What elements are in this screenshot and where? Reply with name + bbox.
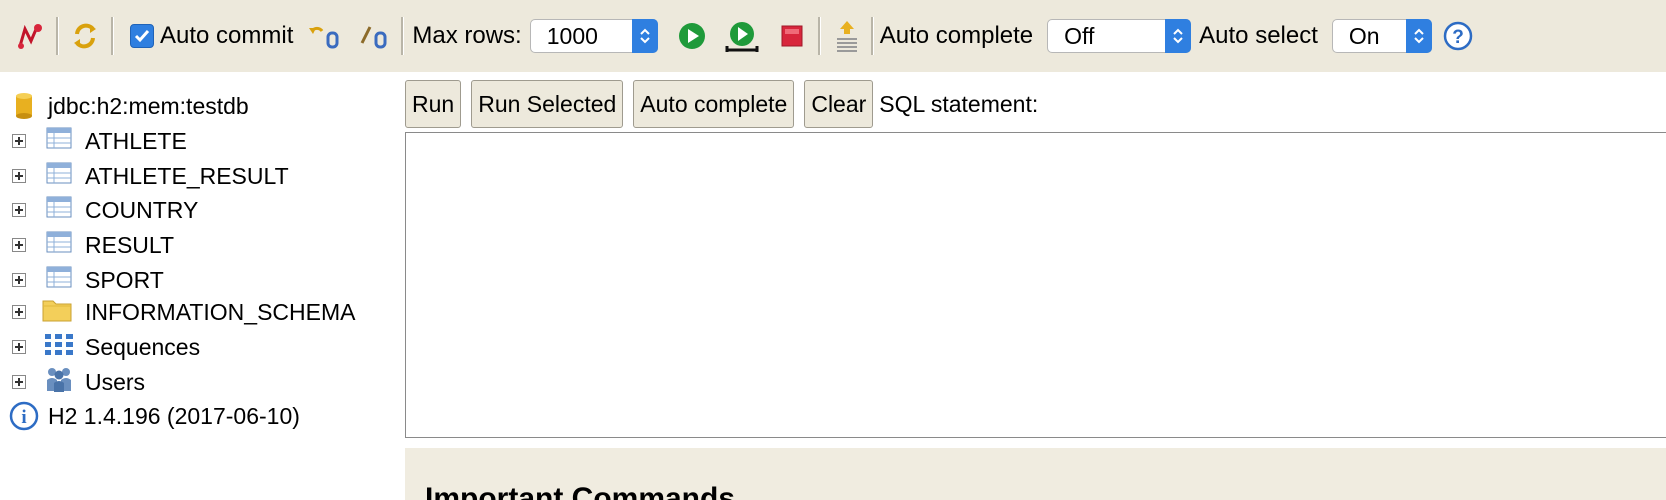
version-label: H2 1.4.196 (2017-06-10)	[48, 402, 300, 429]
toolbar-separator	[56, 17, 59, 55]
sequences-icon	[44, 332, 74, 362]
disconnect-icon[interactable]	[12, 18, 48, 54]
max-rows-value: 1000	[546, 22, 598, 49]
auto-complete-button[interactable]: Auto complete	[633, 80, 795, 128]
connection-label: jdbc:h2:mem:testdb	[48, 92, 249, 119]
sql-statement-label: SQL statement:	[879, 90, 1039, 117]
folder-icon	[42, 296, 72, 328]
auto-commit-checkbox[interactable]	[130, 24, 154, 48]
chevron-up-down-icon	[631, 19, 658, 53]
tree-item-label: ATHLETE_RESULT	[85, 162, 289, 189]
history-icon[interactable]	[829, 18, 865, 54]
query-button-row: Run Run Selected Auto complete Clear SQL…	[405, 80, 1038, 128]
tree-item-label: COUNTRY	[85, 196, 199, 223]
chevron-up-down-icon	[1165, 19, 1192, 53]
tree-item-information-schema[interactable]: INFORMATION_SCHEMA	[0, 296, 380, 328]
rollback-icon[interactable]	[307, 18, 343, 54]
max-rows-label: Max rows:	[412, 22, 522, 49]
sql-editor[interactable]	[405, 132, 1666, 438]
tree-item-result[interactable]: RESULT	[0, 229, 380, 261]
table-icon	[46, 196, 72, 224]
tree-item-country[interactable]: COUNTRY	[0, 194, 380, 226]
expand-icon[interactable]	[12, 134, 26, 148]
auto-commit-label[interactable]: Auto commit	[160, 22, 293, 50]
tree-item-label: RESULT	[85, 231, 175, 258]
toolbar: Auto commit Max rows: 1000 Auto complete…	[0, 0, 1666, 72]
tree-version: i H2 1.4.196 (2017-06-10)	[0, 400, 380, 432]
table-icon	[46, 127, 72, 155]
auto-select-select[interactable]: On	[1331, 19, 1432, 53]
expand-icon[interactable]	[12, 273, 26, 287]
auto-complete-select[interactable]: Off	[1047, 19, 1192, 53]
refresh-icon[interactable]	[67, 18, 103, 54]
tree-item-sport[interactable]: SPORT	[0, 264, 380, 296]
help-icon[interactable]: ?	[1440, 18, 1476, 54]
tree-connection[interactable]: jdbc:h2:mem:testdb	[0, 90, 380, 122]
table-icon	[46, 266, 72, 294]
auto-complete-value: Off	[1064, 22, 1095, 49]
important-commands-heading: Important Commands	[425, 482, 736, 500]
help-panel: Important Commands	[405, 448, 1666, 500]
tree-item-sequences[interactable]: Sequences	[0, 331, 380, 363]
info-icon: i	[9, 401, 39, 437]
tree-item-label: Sequences	[85, 333, 201, 360]
users-icon	[44, 365, 74, 399]
toolbar-separator	[817, 17, 821, 55]
expand-icon[interactable]	[12, 238, 26, 252]
tree-item-label: SPORT	[85, 266, 164, 293]
stop-icon[interactable]	[774, 18, 810, 54]
max-rows-select[interactable]: 1000	[529, 19, 658, 53]
expand-icon[interactable]	[12, 340, 26, 354]
tree-item-users[interactable]: Users	[0, 366, 380, 398]
svg-text:i: i	[21, 407, 26, 428]
expand-icon[interactable]	[12, 305, 26, 319]
run-selected-button[interactable]: Run Selected	[471, 80, 624, 128]
expand-icon[interactable]	[12, 169, 26, 183]
run-button[interactable]: Run	[405, 80, 462, 128]
run-icon[interactable]	[674, 18, 710, 54]
toolbar-separator	[870, 17, 874, 55]
run-selected-icon[interactable]	[724, 18, 760, 54]
tree-item-athlete[interactable]: ATHLETE	[0, 125, 380, 157]
table-icon	[46, 162, 72, 190]
table-icon	[46, 231, 72, 259]
clear-button[interactable]: Clear	[804, 80, 874, 128]
commit-icon[interactable]	[357, 18, 393, 54]
auto-select-label: Auto select	[1199, 22, 1318, 49]
tree-item-athlete-result[interactable]: ATHLETE_RESULT	[0, 160, 380, 192]
svg-text:?: ?	[1452, 27, 1464, 48]
tree-item-label: ATHLETE	[85, 127, 187, 154]
database-icon	[14, 92, 34, 126]
expand-icon[interactable]	[12, 375, 26, 389]
auto-select-value: On	[1348, 22, 1380, 49]
toolbar-separator	[401, 17, 405, 55]
auto-complete-label: Auto complete	[879, 22, 1034, 49]
expand-icon[interactable]	[12, 203, 26, 217]
chevron-up-down-icon	[1405, 19, 1432, 53]
toolbar-separator	[111, 17, 114, 55]
tree-item-label: INFORMATION_SCHEMA	[85, 298, 356, 325]
tree-item-label: Users	[85, 368, 146, 395]
